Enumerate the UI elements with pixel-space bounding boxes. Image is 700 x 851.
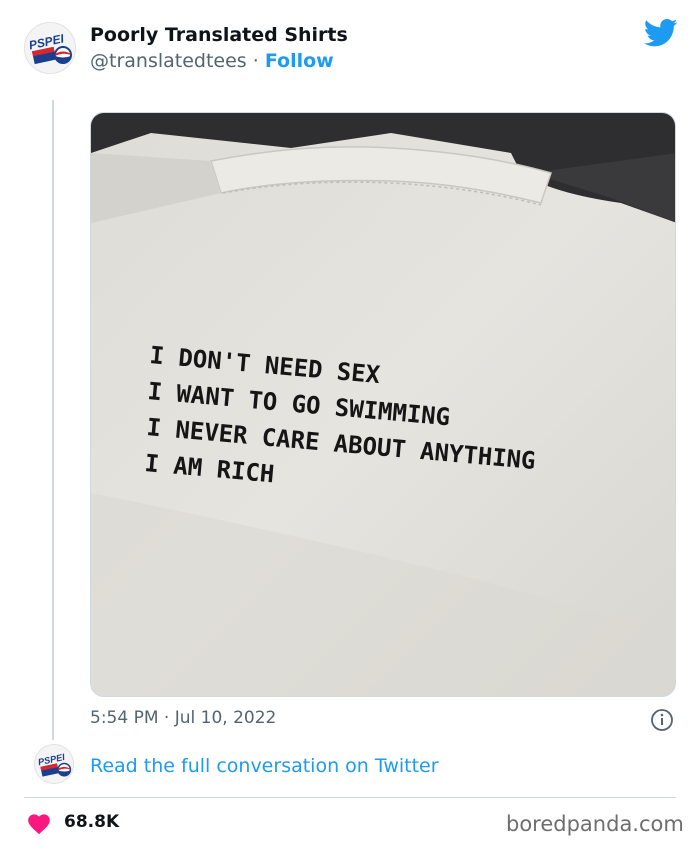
watermark: boredpanda.com <box>506 812 684 836</box>
handle[interactable]: @translatedtees <box>90 50 247 72</box>
follow-button[interactable]: Follow <box>265 50 334 72</box>
display-name[interactable]: Poorly Translated Shirts <box>90 24 348 46</box>
avatar-small[interactable]: PSPEI <box>34 744 74 784</box>
divider <box>24 797 676 798</box>
heart-icon[interactable] <box>26 811 52 835</box>
info-icon[interactable] <box>650 708 674 732</box>
tweet-timestamp[interactable]: 5:54 PM · Jul 10, 2022 <box>90 708 276 728</box>
separator: · <box>252 50 259 72</box>
avatar[interactable]: PSPEI <box>24 22 76 74</box>
read-conversation-link[interactable]: Read the full conversation on Twitter <box>90 755 439 777</box>
tweet-photo[interactable]: I DON'T NEED SEX I WANT TO GO SWIMMING I… <box>90 112 676 697</box>
twitter-bird-icon[interactable] <box>644 18 678 48</box>
handle-row: @translatedtees · Follow <box>90 50 334 72</box>
like-count[interactable]: 68.8K <box>64 812 119 832</box>
thread-line <box>52 100 54 740</box>
